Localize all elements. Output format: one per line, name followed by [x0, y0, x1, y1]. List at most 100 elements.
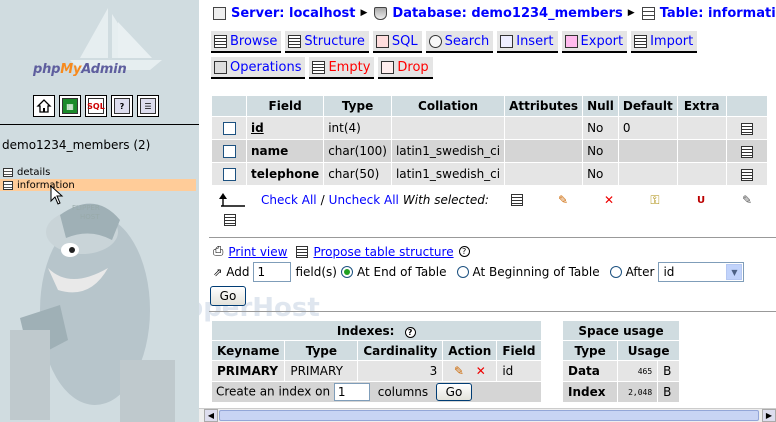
- tab-sql[interactable]: SQL: [372, 31, 422, 53]
- tab-browse[interactable]: Browse: [211, 31, 282, 53]
- column-header-actions: [726, 96, 767, 116]
- horizontal-scrollbar[interactable]: ◀ ▶: [199, 408, 776, 422]
- table-icon: [641, 6, 655, 20]
- scroll-right-icon[interactable]: ▶: [762, 409, 776, 422]
- column-header-extra: Extra: [677, 96, 726, 116]
- check-separator: /: [320, 193, 325, 207]
- fulltext-icon[interactable]: [224, 214, 236, 226]
- query-window-icon[interactable]: ▦: [59, 95, 81, 117]
- chevron-down-icon[interactable]: ▼: [726, 264, 743, 280]
- after-label: After: [625, 265, 655, 279]
- radio-after[interactable]: [609, 266, 622, 278]
- index-cardinality: 3: [358, 361, 443, 381]
- after-column-select[interactable]: id ▼: [658, 262, 745, 282]
- column-header-default: Default: [618, 96, 677, 116]
- export-icon: [564, 34, 578, 48]
- arrow-up-left-icon: [219, 193, 245, 207]
- help-icon[interactable]: ?: [404, 326, 416, 338]
- at-end-label: At End of Table: [356, 265, 447, 279]
- space-unit: B: [658, 361, 679, 381]
- space-header-row: Type Usage: [563, 341, 679, 360]
- check-all-link[interactable]: Check All: [261, 193, 317, 207]
- print-view-link[interactable]: Print view: [228, 245, 287, 259]
- table-link-details[interactable]: details: [3, 166, 50, 178]
- radio-at-end[interactable]: [340, 266, 353, 278]
- with-selected-icons: ✎ ✕ ⚿ U ✎: [509, 193, 776, 207]
- tab-operations[interactable]: Operations: [211, 57, 306, 79]
- tab-insert[interactable]: Insert: [497, 31, 558, 53]
- scroll-left-icon[interactable]: ◀: [204, 409, 218, 422]
- row-checkbox[interactable]: [222, 122, 236, 135]
- field-attributes: [505, 140, 583, 162]
- browse-icon[interactable]: [509, 193, 525, 207]
- table-row: Index 2,048 B: [563, 382, 679, 402]
- table-link-label[interactable]: details: [17, 167, 50, 178]
- create-index-go-button[interactable]: Go: [435, 383, 472, 401]
- create-index-row: Create an index on 1 columns Go: [212, 382, 541, 402]
- add-fields-go-button[interactable]: Go: [210, 286, 246, 306]
- field-null: No: [583, 163, 618, 185]
- table-link-label[interactable]: information: [17, 180, 75, 191]
- browse-distinct-icon[interactable]: [740, 122, 753, 135]
- pencil-icon[interactable]: ✎: [454, 364, 464, 378]
- left-navigation-frame: FLIPPER HOST phpMyAdmin ▦ SQL ? ☰ demo12…: [0, 0, 199, 422]
- help-icon[interactable]: ☰: [137, 95, 159, 117]
- help-icon[interactable]: ?: [458, 246, 470, 257]
- field-attributes: [505, 163, 583, 185]
- structure-table: Field Type Collation Attributes Null Def…: [211, 95, 768, 186]
- primary-key-icon[interactable]: ⚿: [647, 193, 663, 207]
- quick-icons-bar: ▦ SQL ? ☰: [33, 95, 159, 117]
- uncheck-all-link[interactable]: Uncheck All: [329, 193, 399, 207]
- breadcrumb-database[interactable]: Database: demo1234_members: [374, 6, 623, 21]
- at-beginning-label: At Beginning of Table: [472, 265, 600, 279]
- tab-export[interactable]: Export: [561, 31, 628, 53]
- indexes-header-row: Keyname Type Cardinality Action Field: [212, 341, 541, 360]
- delete-icon[interactable]: ✕: [476, 364, 486, 378]
- row-checkbox[interactable]: [222, 145, 236, 158]
- table-icon[interactable]: [3, 167, 13, 177]
- breadcrumb-table[interactable]: Table: information: [641, 6, 776, 21]
- main-content-frame: FlipperHost Server: localhost ▶ Database…: [199, 0, 776, 422]
- breadcrumb-server[interactable]: Server: localhost: [213, 6, 355, 21]
- space-usage-title: Space usage: [563, 321, 679, 340]
- table-row: Data 465 B: [563, 361, 679, 381]
- column-header-field: Field: [497, 341, 541, 360]
- column-header-type: Type: [285, 341, 358, 360]
- space-value: 465: [618, 361, 658, 381]
- tab-structure[interactable]: Structure: [285, 31, 369, 53]
- table-row: name char(100) latin1_swedish_ci No: [212, 140, 767, 162]
- table-icon[interactable]: [3, 180, 13, 190]
- column-header-field: Field: [247, 96, 324, 116]
- unique-icon[interactable]: U: [693, 193, 709, 207]
- divider: [209, 237, 776, 238]
- docs-icon[interactable]: ?: [111, 95, 133, 117]
- space-unit: B: [658, 382, 679, 402]
- create-index-count-input[interactable]: 1: [333, 383, 370, 401]
- delete-icon[interactable]: ✕: [601, 193, 617, 207]
- radio-at-beginning[interactable]: [456, 266, 469, 278]
- sql-icon[interactable]: SQL: [85, 95, 107, 117]
- tab-drop[interactable]: Drop: [378, 57, 433, 79]
- add-field-count-input[interactable]: 1: [253, 262, 292, 282]
- browse-distinct-icon[interactable]: [740, 145, 753, 158]
- space-type: Data: [563, 361, 618, 381]
- index-icon[interactable]: ✎: [739, 193, 755, 207]
- create-index-label: Create an index on: [216, 384, 331, 399]
- space-value: 2,048: [618, 382, 658, 402]
- tab-search[interactable]: Search: [425, 31, 494, 53]
- field-name: id: [247, 117, 324, 139]
- tab-import[interactable]: Import: [631, 31, 698, 53]
- column-header-collation: Collation: [391, 96, 505, 116]
- tab-empty[interactable]: Empty: [309, 57, 375, 79]
- scrollbar-thumb[interactable]: [219, 410, 759, 421]
- browse-distinct-icon[interactable]: [740, 168, 753, 181]
- phpmyadmin-logo[interactable]: phpMyAdmin: [33, 62, 127, 77]
- row-checkbox[interactable]: [222, 168, 236, 181]
- table-link-information[interactable]: information: [0, 179, 196, 191]
- header-checkbox-column: [212, 96, 246, 116]
- pencil-icon[interactable]: ✎: [555, 193, 571, 207]
- database-name[interactable]: demo1234_members (2): [2, 138, 150, 152]
- propose-structure-link[interactable]: Propose table structure: [313, 245, 453, 259]
- bulk-actions-row: Check All / Uncheck All With selected:: [219, 190, 489, 210]
- home-icon[interactable]: [33, 95, 55, 117]
